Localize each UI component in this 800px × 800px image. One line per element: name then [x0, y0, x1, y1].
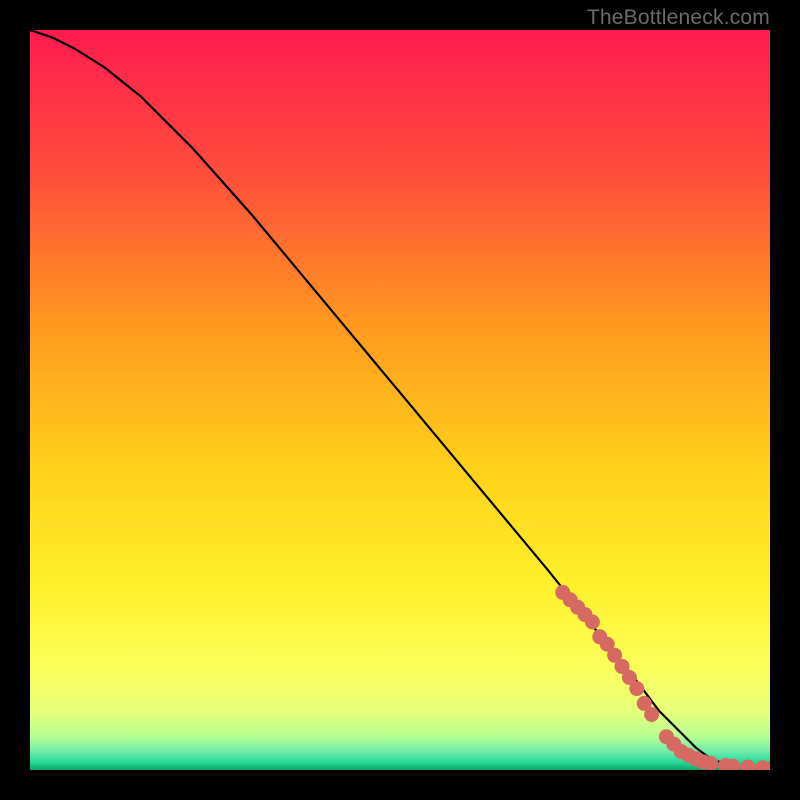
- curve-layer: [30, 30, 770, 770]
- watermark-label: TheBottleneck.com: [587, 6, 770, 30]
- data-point: [629, 681, 644, 696]
- data-point: [740, 760, 755, 770]
- chart-stage: TheBottleneck.com: [0, 0, 800, 800]
- data-point: [644, 707, 659, 722]
- data-points-group: [555, 585, 770, 770]
- plot-area: [30, 30, 770, 770]
- curve-path: [30, 30, 770, 769]
- data-point: [585, 615, 600, 630]
